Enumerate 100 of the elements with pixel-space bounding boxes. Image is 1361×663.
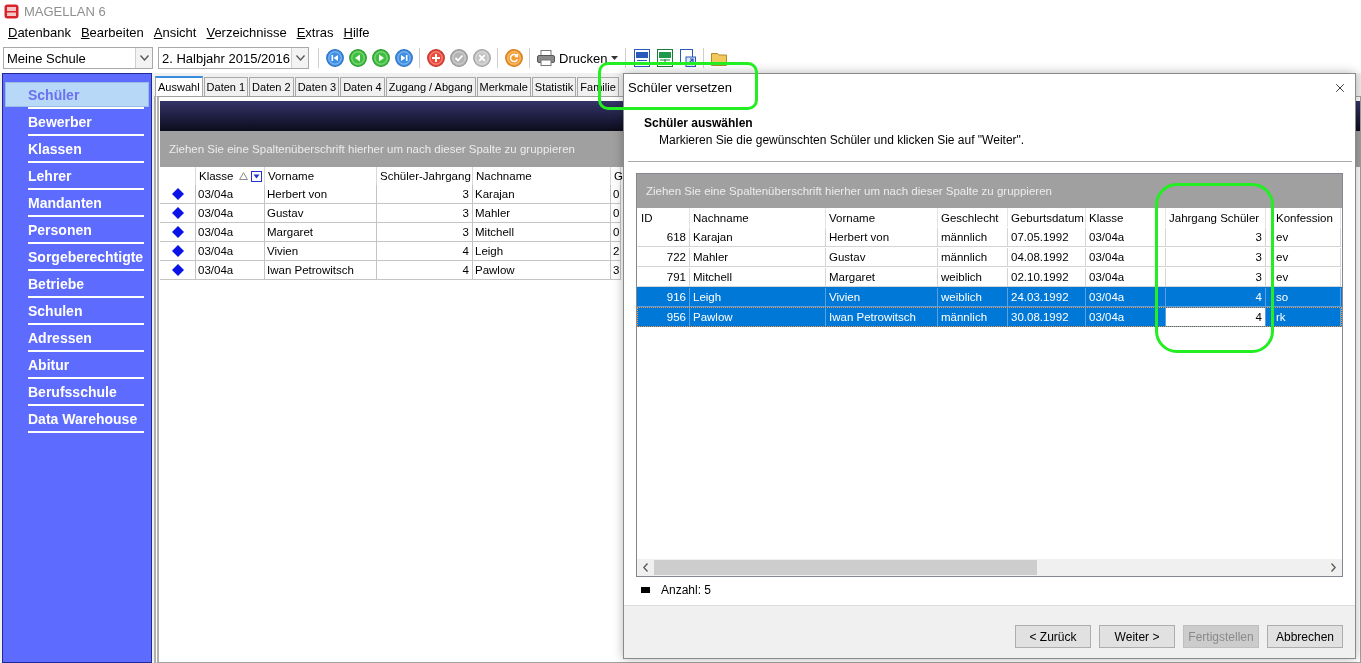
filter-icon[interactable] xyxy=(251,170,262,182)
table-cell: 2 xyxy=(611,242,621,260)
menu-item[interactable]: Datenbank xyxy=(3,25,76,40)
table-cell: Vivien xyxy=(826,288,938,306)
dropdown-button[interactable] xyxy=(291,48,308,68)
plus-icon[interactable] xyxy=(426,49,445,67)
dialog-button[interactable]: Weiter > xyxy=(1099,625,1175,648)
table-cell: 4 xyxy=(377,261,473,279)
menu-item[interactable]: Ansicht xyxy=(148,25,202,40)
table-cell: 03/04a xyxy=(1086,248,1166,266)
table-cell: männlich xyxy=(938,228,1008,246)
dialog-button[interactable]: Abbrechen xyxy=(1267,625,1343,648)
menu-item[interactable]: Extras xyxy=(291,25,339,40)
menu-item[interactable]: Verzeichnisse xyxy=(201,25,292,40)
dialog-heading: Schüler auswählen xyxy=(644,116,754,130)
table-cell: 03/04a xyxy=(1086,228,1166,246)
sidebar-item[interactable]: Data Warehouse xyxy=(5,406,149,431)
column-header[interactable]: G xyxy=(611,167,621,185)
table-cell: 3 xyxy=(1166,228,1266,246)
table-cell: 3 xyxy=(377,223,473,241)
table-row[interactable]: 956 Pawlow Iwan Petrowitsch männlich 30.08.1992 03/04a 4 rk xyxy=(637,307,1342,327)
table-cell: so xyxy=(1275,288,1341,306)
chevron-down-icon xyxy=(139,55,149,61)
app-title: MAGELLAN 6 xyxy=(24,3,106,19)
column-header[interactable]: Schüler-Jahrgang xyxy=(377,167,473,185)
table-cell: 4 xyxy=(1166,308,1266,326)
sidebar-item[interactable]: Klassen xyxy=(5,136,149,161)
tab[interactable]: Daten 3 xyxy=(294,77,340,96)
table-cell: Gustav xyxy=(826,248,938,266)
sidebar-item[interactable]: Adressen xyxy=(5,325,149,350)
skip-end-icon[interactable] xyxy=(394,49,413,67)
tab[interactable]: Merkmale xyxy=(476,77,531,96)
tab[interactable]: Auswahl xyxy=(155,76,203,96)
rectangle-icon xyxy=(641,587,650,593)
table-cell: weiblich xyxy=(938,268,1008,286)
tab[interactable]: Daten 2 xyxy=(249,77,294,96)
menu-item[interactable]: Bearbeiten xyxy=(75,25,149,40)
previous-icon[interactable] xyxy=(348,49,367,67)
diamond-icon xyxy=(171,207,184,219)
table-cell: Margaret xyxy=(265,223,377,241)
app-icon xyxy=(4,3,19,19)
sidebar-item[interactable]: Personen xyxy=(5,217,149,242)
sidebar-item[interactable]: Betriebe xyxy=(5,271,149,296)
check-icon[interactable] xyxy=(449,49,468,67)
table-cell: 722 xyxy=(638,248,690,266)
column-header[interactable]: Klasse xyxy=(196,167,265,185)
table-cell: 03/04a xyxy=(1086,268,1166,286)
table-cell: 916 xyxy=(638,288,690,306)
sidebar-item[interactable]: Bewerber xyxy=(5,109,149,134)
table-cell: ev xyxy=(1275,268,1341,286)
skip-start-icon[interactable] xyxy=(325,49,344,67)
table-cell: Margaret xyxy=(826,268,938,286)
table-cell: Herbert von xyxy=(265,185,377,203)
term-dropdown[interactable]: 2. Halbjahr 2015/2016 xyxy=(158,47,309,69)
table-cell: Mahler xyxy=(690,248,826,266)
sidebar-item[interactable]: Schulen xyxy=(5,298,149,323)
table-row[interactable]: 618 Karajan Herbert von männlich 07.05.1992 03/04a 3 ev xyxy=(637,227,1342,247)
sort-ascending-icon[interactable] xyxy=(239,172,248,180)
export-document-icon[interactable] xyxy=(679,49,696,67)
dialog-instruction: Markieren Sie die gewünschten Schüler und klicken Sie auf "Weiter". xyxy=(659,133,1026,147)
refresh-icon[interactable] xyxy=(504,49,523,67)
table-row[interactable]: 916 Leigh Vivien weiblich 24.03.1992 03/04a 4 so xyxy=(637,287,1342,307)
table-row[interactable]: 791 Mitchell Margaret weiblich 02.10.1992 03/04a 3 ev xyxy=(637,267,1342,287)
tab[interactable]: Daten 1 xyxy=(203,77,249,96)
diamond-icon xyxy=(171,264,184,276)
tab[interactable]: Daten 4 xyxy=(340,77,385,96)
dropdown-button[interactable] xyxy=(135,48,152,68)
table-cell: 03/04a xyxy=(196,204,265,222)
table-cell: 618 xyxy=(638,228,690,246)
print-button[interactable]: Drucken xyxy=(534,47,622,69)
table-row[interactable]: 722 Mahler Gustav männlich 04.08.1992 03/04a 3 ev xyxy=(637,247,1342,267)
next-icon[interactable] xyxy=(371,49,390,67)
tab[interactable]: Zugang / Abgang xyxy=(385,77,476,96)
menu-item[interactable]: Hilfe xyxy=(338,25,375,40)
table-cell: Mitchell xyxy=(473,223,611,241)
table-cell: 0 xyxy=(611,223,621,241)
x-circle-icon[interactable] xyxy=(472,49,491,67)
column-header[interactable]: Vorname xyxy=(265,167,377,185)
column-header[interactable]: Nachname xyxy=(473,167,611,185)
table-cell: Mahler xyxy=(473,204,611,222)
chevron-left-icon[interactable] xyxy=(643,563,648,572)
table-cell: 3 xyxy=(377,204,473,222)
printer-icon xyxy=(537,50,555,66)
table-cell: Vivien xyxy=(265,242,377,260)
table-cell: 03/04a xyxy=(196,242,265,260)
table-cell: 07.05.1992 xyxy=(1008,228,1086,246)
sidebar-item[interactable]: Mandanten xyxy=(5,190,149,215)
table-cell: männlich xyxy=(938,308,1008,326)
tab[interactable]: Statistik xyxy=(531,77,577,96)
dialog-button[interactable]: < Zurück xyxy=(1015,625,1091,648)
chevron-right-icon[interactable] xyxy=(1331,563,1336,572)
sidebar-item[interactable]: Sorgeberechtigte xyxy=(5,244,149,269)
sidebar-item[interactable]: Berufsschule xyxy=(5,379,149,404)
sidebar-item[interactable]: Lehrer xyxy=(5,163,149,188)
table-cell: 03/04a xyxy=(196,261,265,279)
school-dropdown[interactable]: Meine Schule xyxy=(3,47,153,69)
sidebar-item[interactable]: Abitur xyxy=(5,352,149,377)
horizontal-scrollbar[interactable] xyxy=(637,559,1342,576)
dialog-title: Schüler versetzen xyxy=(628,80,733,95)
scrollbar-thumb[interactable] xyxy=(654,560,1037,575)
